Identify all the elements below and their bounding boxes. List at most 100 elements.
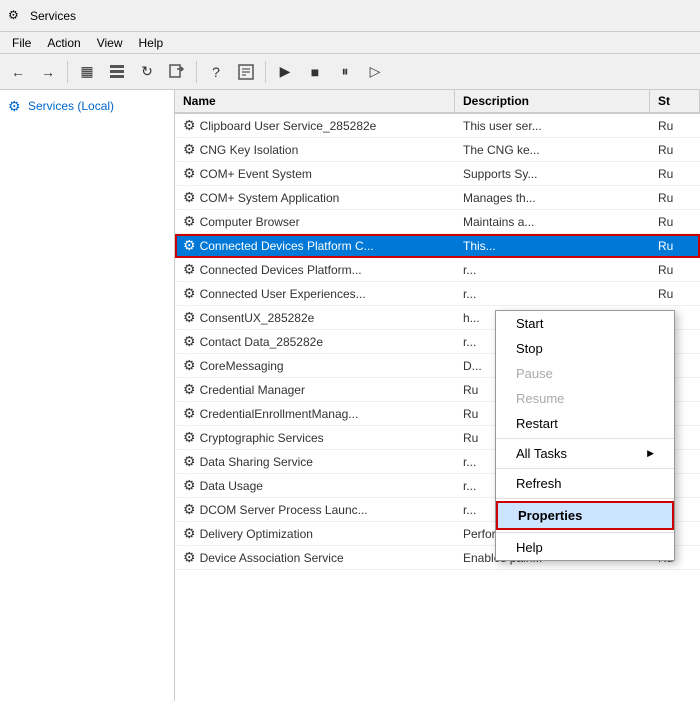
table-row[interactable]: ⚙COM+ System ApplicationManages th...Ru [175,186,700,210]
context-menu-item-start[interactable]: Start [496,311,674,336]
service-description-cell: This... [455,234,650,257]
play-button[interactable]: ▶ [271,58,299,86]
service-icon: ⚙ [183,357,196,374]
service-name-cell: ⚙ Cryptographic Services [175,426,455,449]
context-menu-item-refresh[interactable]: Refresh [496,471,674,496]
service-status-cell: Ru [650,162,700,185]
pause-button[interactable]: ⏸ [331,58,359,86]
service-name-cell: ⚙ Clipboard User Service_285282e [175,114,455,137]
header-status: St [650,90,700,112]
context-menu: Start Stop Pause Resume Restart All Tasks ▶ Ref… [495,310,675,561]
sidebar-services-local-label: Services (Local) [28,99,114,113]
context-menu-separator [496,532,674,533]
service-name-cell: ⚙ Connected Devices Platform C... [175,234,455,257]
submenu-arrow-icon: ▶ [647,448,654,459]
service-name-cell: ⚙ Data Sharing Service [175,450,455,473]
service-description-cell: Maintains a... [455,210,650,233]
service-icon: ⚙ [183,165,196,182]
service-name-cell: ⚙CNG Key Isolation [175,138,455,161]
service-name-cell: ⚙ DCOM Server Process Launc... [175,498,455,521]
service-name-text: Cryptographic Services [200,431,324,445]
service-name-cell: ⚙Contact Data_285282e [175,330,455,353]
service-name-cell: ⚙Data Usage [175,474,455,497]
table-row[interactable]: ⚙Connected User Experiences...r...Ru [175,282,700,306]
menu-view[interactable]: View [89,34,131,52]
context-menu-item-help[interactable]: Help [496,535,674,560]
service-name-cell: ⚙Connected Devices Platform... [175,258,455,281]
service-description-cell: r... [455,258,650,281]
service-description-cell: Manages th... [455,186,650,209]
service-name-text: Data Sharing Service [200,455,313,469]
service-icon: ⚙ [183,453,196,470]
menu-file[interactable]: File [4,34,39,52]
context-menu-label: Restart [516,416,558,431]
service-description-cell: r... [455,282,650,305]
service-status-cell: Ru [650,138,700,161]
toolbar-sep-3 [265,61,266,83]
export-button[interactable] [163,58,191,86]
service-icon: ⚙ [183,525,196,542]
resume-button[interactable]: ▷ [361,58,389,86]
service-name-text: Contact Data_285282e [200,335,323,349]
context-menu-item-stop[interactable]: Stop [496,336,674,361]
table-row[interactable]: ⚙ Clipboard User Service_285282e This user… [175,114,700,138]
context-menu-label: All Tasks [516,446,567,461]
service-icon: ⚙ [183,549,196,566]
service-name-text: Computer Browser [200,215,300,229]
forward-button[interactable]: → [34,58,62,86]
service-status-cell: Ru [650,210,700,233]
service-name-cell: ⚙COM+ Event System [175,162,455,185]
list-view-button[interactable] [103,58,131,86]
menu-action[interactable]: Action [39,34,88,52]
service-name-text: CredentialEnrollmentManag... [200,407,359,421]
service-status-cell: Ru [650,234,700,257]
title-text: Services [30,9,76,23]
service-description-cell: This user ser... [455,114,650,137]
view-details-button[interactable]: ▦ [73,58,101,86]
context-menu-item-all-tasks[interactable]: All Tasks ▶ [496,441,674,466]
service-icon: ⚙ [183,213,196,230]
help-button[interactable]: ? [202,58,230,86]
table-row[interactable]: ⚙ Computer Browser Maintains a...Ru [175,210,700,234]
service-name-text: Connected Devices Platform... [200,263,362,277]
app-icon: ⚙ [8,8,24,24]
service-icon: ⚙ [183,237,196,254]
context-menu-label: Pause [516,366,553,381]
service-name-text: COM+ System Application [200,191,340,205]
service-icon: ⚙ [183,501,196,518]
refresh-button[interactable]: ↻ [133,58,161,86]
service-icon: ⚙ [183,429,196,446]
service-icon: ⚙ [183,285,196,302]
service-icon: ⚙ [183,405,196,422]
menu-help[interactable]: Help [131,34,172,52]
context-menu-label: Start [516,316,543,331]
service-name-cell: ⚙ConsentUX_285282e [175,306,455,329]
sidebar-services-local[interactable]: ⚙ Services (Local) [0,94,174,118]
service-name-text: Connected User Experiences... [200,287,366,301]
toolbar: ← → ▦ ↻ ? ▶ ■ ⏸ ▷ [0,54,700,90]
toolbar-sep-1 [67,61,68,83]
service-name-text: DCOM Server Process Launc... [200,503,368,517]
service-name-text: Clipboard User Service_285282e [200,119,377,133]
service-status-cell: Ru [650,258,700,281]
stop-button[interactable]: ■ [301,58,329,86]
service-name-text: Delivery Optimization [200,527,313,541]
service-name-text: Data Usage [200,479,263,493]
context-menu-separator [496,468,674,469]
context-menu-separator [496,438,674,439]
service-icon: ⚙ [183,117,196,134]
service-name-text: ConsentUX_285282e [200,311,315,325]
context-menu-label: Refresh [516,476,562,491]
table-row[interactable]: ⚙ Connected Devices Platform C... This...R… [175,234,700,258]
table-row[interactable]: ⚙COM+ Event SystemSupports Sy...Ru [175,162,700,186]
service-name-text: Connected Devices Platform C... [200,239,374,253]
table-row[interactable]: ⚙CNG Key IsolationThe CNG ke...Ru [175,138,700,162]
service-name-cell: ⚙Device Association Service [175,546,455,569]
back-button[interactable]: ← [4,58,32,86]
context-menu-item-resume: Resume [496,386,674,411]
title-bar: ⚙ Services [0,0,700,32]
table-row[interactable]: ⚙Connected Devices Platform...r...Ru [175,258,700,282]
properties-button[interactable] [232,58,260,86]
context-menu-item-properties[interactable]: Properties [496,501,674,530]
context-menu-item-restart[interactable]: Restart [496,411,674,436]
